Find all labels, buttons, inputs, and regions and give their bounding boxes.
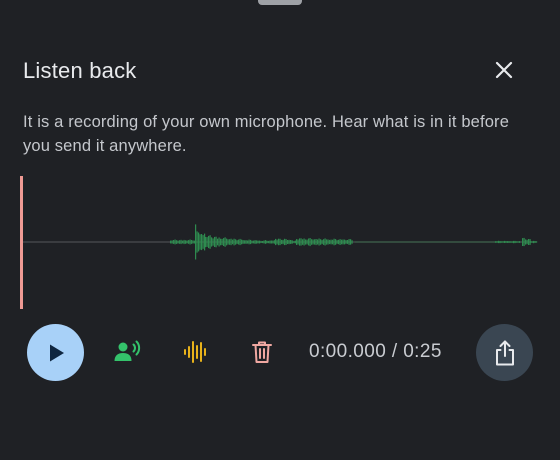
trash-icon [252, 341, 272, 363]
voice-button[interactable] [110, 334, 146, 370]
playback-controls: 0:00.000 / 0:25 [0, 322, 560, 382]
sheet-title: Listen back [23, 58, 137, 83]
share-icon [495, 340, 514, 365]
play-button[interactable] [27, 324, 84, 381]
voice-icon [114, 340, 141, 361]
audio-waveform[interactable] [0, 170, 560, 315]
close-button[interactable] [488, 54, 520, 86]
delete-button[interactable] [244, 334, 280, 370]
play-icon [49, 344, 64, 361]
close-icon [495, 61, 513, 79]
waveform-icon [184, 341, 206, 363]
time-separator: / [386, 341, 404, 362]
share-button[interactable] [476, 324, 533, 381]
playhead [20, 176, 23, 309]
current-position: 0:00.000 [309, 341, 387, 362]
drag-handle[interactable] [258, 0, 302, 5]
total-duration: 0:25 [403, 341, 442, 362]
waveform-view-button[interactable] [177, 334, 213, 370]
sheet-description: It is a recording of your own microphone… [23, 113, 510, 155]
playback-time: 0:00.000 / 0:25 [309, 341, 442, 363]
listen-back-sheet: Listen back It is a recording of your ow… [0, 0, 560, 460]
